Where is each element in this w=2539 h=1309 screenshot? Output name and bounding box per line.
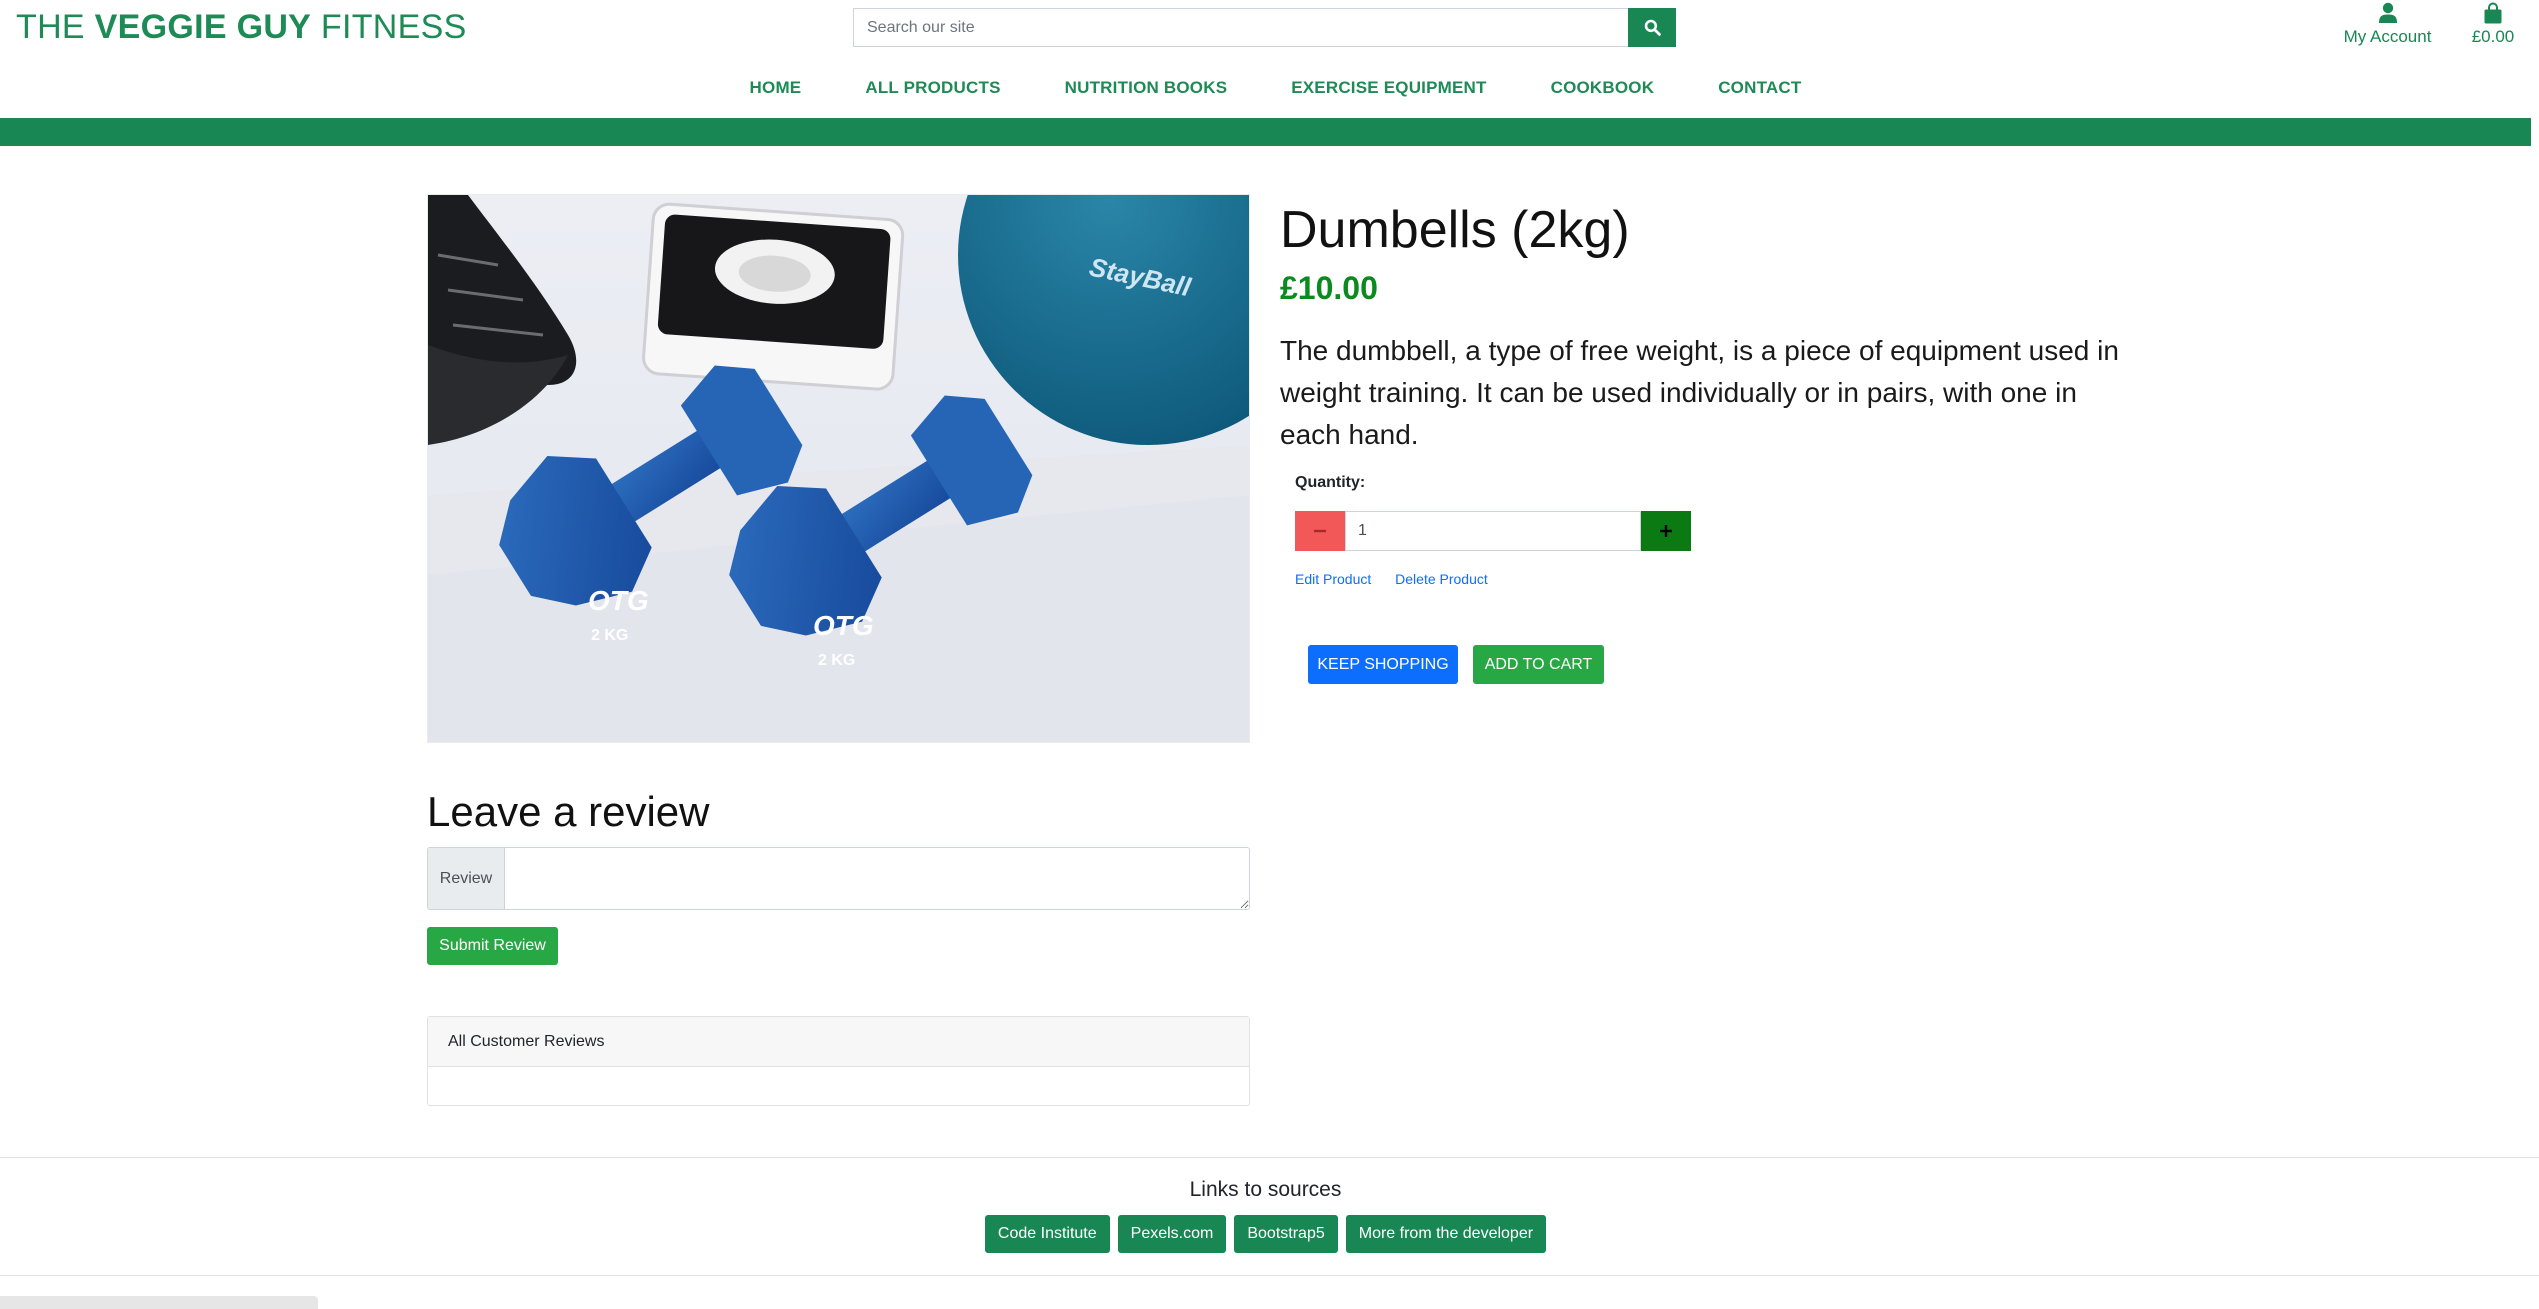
user-icon	[2378, 2, 2397, 23]
footer-title: Links to sources	[1189, 1178, 1342, 1201]
my-account-link[interactable]: My Account	[2330, 2, 2445, 47]
nav-item-nutrition-books[interactable]: NUTRITION BOOKS	[1065, 78, 1228, 98]
customer-reviews-heading: All Customer Reviews	[428, 1017, 1249, 1067]
shopping-bag-icon	[2484, 2, 2502, 24]
delete-product-link[interactable]: Delete Product	[1395, 571, 1488, 587]
review-textarea[interactable]	[505, 848, 1249, 909]
nav-item-contact[interactable]: CONTACT	[1718, 78, 1801, 98]
plus-icon	[1660, 525, 1672, 537]
review-field: Review	[427, 847, 1250, 910]
cart-total: £0.00	[2471, 27, 2515, 46]
footer-links: Code Institute Pexels.com Bootstrap5 Mor…	[0, 1215, 2531, 1253]
weight-brand-text-1: OTG	[588, 585, 649, 616]
footer-link-bootstrap[interactable]: Bootstrap5	[1234, 1215, 1338, 1253]
admin-links: Edit Product Delete Product	[1295, 571, 1508, 587]
increment-button[interactable]	[1641, 511, 1691, 551]
footer-divider-top	[0, 1157, 2539, 1158]
weight-label-text-1: 2 KG	[591, 627, 628, 644]
footer-divider-bottom	[0, 1275, 2539, 1276]
product-description: The dumbbell, a type of free weight, is …	[1280, 335, 2119, 450]
product-title: Dumbells (2kg)	[1280, 201, 1630, 259]
account-label: My Account	[2343, 27, 2432, 46]
search-input[interactable]	[853, 8, 1628, 47]
decrement-button[interactable]	[1295, 511, 1345, 551]
customer-reviews-card: All Customer Reviews	[427, 1016, 1250, 1106]
search-button[interactable]	[1628, 8, 1676, 47]
footer-link-pexels[interactable]: Pexels.com	[1117, 1215, 1227, 1253]
quantity-stepper	[1295, 511, 1691, 551]
nav-item-exercise-equipment[interactable]: EXERCISE EQUIPMENT	[1291, 78, 1486, 98]
footer-link-code-institute[interactable]: Code Institute	[984, 1215, 1110, 1253]
search-form	[853, 8, 1676, 47]
main-nav: HOME ALL PRODUCTS NUTRITION BOOKS EXERCI…	[0, 78, 2539, 98]
nav-item-all-products[interactable]: ALL PRODUCTS	[865, 78, 1000, 98]
quantity-input[interactable]	[1345, 511, 1641, 551]
edit-product-link[interactable]: Edit Product	[1295, 571, 1371, 587]
logo-suffix: FITNESS	[311, 8, 467, 46]
logo-prefix: THE	[16, 8, 95, 46]
minus-icon	[1314, 529, 1326, 533]
site-logo[interactable]: THE VEGGIE GUY FITNESS	[16, 8, 467, 47]
product-image: StayBall OTG 2 KG OTG 2 KG	[427, 194, 1250, 743]
product-price: £10.00	[1280, 270, 1378, 306]
green-banner	[0, 118, 2531, 146]
review-heading: Leave a review	[427, 788, 710, 835]
logo-bold: VEGGIE GUY	[94, 8, 312, 46]
search-icon	[1644, 19, 1661, 36]
weight-brand-text-2: OTG	[813, 610, 874, 641]
footer-link-developer[interactable]: More from the developer	[1345, 1215, 1547, 1253]
add-to-cart-button[interactable]: ADD TO CART	[1473, 645, 1604, 684]
weight-label-text-2: 2 KG	[818, 652, 855, 669]
quantity-label: Quantity:	[1295, 474, 1366, 491]
submit-review-button[interactable]: Submit Review	[427, 927, 558, 965]
review-field-label: Review	[428, 848, 505, 909]
nav-item-cookbook[interactable]: COOKBOOK	[1551, 78, 1655, 98]
keep-shopping-button[interactable]: KEEP SHOPPING	[1308, 645, 1458, 684]
browser-status-bar	[0, 1296, 318, 1309]
nav-item-home[interactable]: HOME	[750, 78, 802, 98]
cart-link[interactable]: £0.00	[2460, 2, 2526, 47]
